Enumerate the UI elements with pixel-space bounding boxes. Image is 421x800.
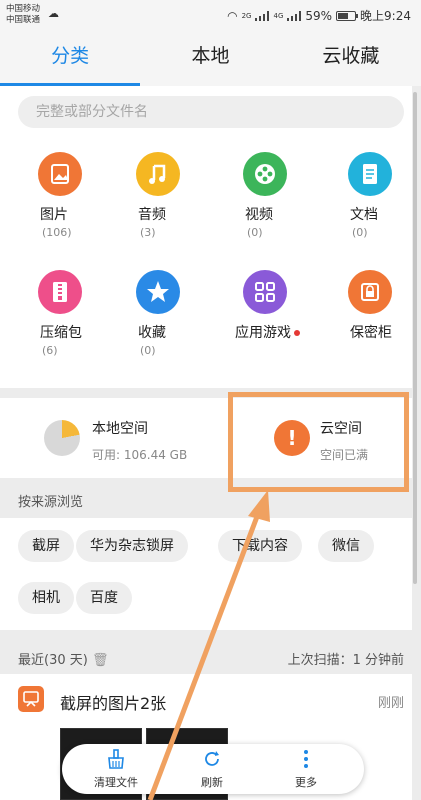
local-space-available: 可用: 106.44 GB: [92, 448, 188, 462]
scrollbar[interactable]: [413, 92, 417, 584]
category-images[interactable]: 图片 (106): [10, 152, 110, 239]
category-audio[interactable]: 音频 (3): [108, 152, 208, 239]
clean-files-button[interactable]: 清理文件: [76, 748, 156, 790]
network-2g: 2G: [241, 11, 252, 20]
clean-files-label: 清理文件: [94, 776, 138, 789]
recent-label: 最近(30 天): [18, 653, 88, 668]
refresh-label: 刷新: [201, 776, 223, 789]
category-documents[interactable]: 文档 (0): [320, 152, 420, 239]
document-icon: [348, 152, 392, 196]
video-reel-icon: [243, 152, 287, 196]
search-input[interactable]: 完整或部分文件名: [18, 96, 404, 128]
tab-cloud-favorites[interactable]: 云收藏: [281, 32, 421, 86]
image-icon: [38, 152, 82, 196]
browse-by-source: 按来源浏览 截屏 华为杂志锁屏 下载内容 微信 相机 百度: [0, 488, 412, 630]
carrier-info: 中国移动 中国联通: [6, 4, 40, 26]
category-count: (6): [42, 344, 58, 357]
storage-pie-icon: [44, 420, 80, 456]
cloud-status-icon: ☁: [48, 7, 59, 20]
trash-icon[interactable]: 🗑: [92, 653, 109, 668]
annotation-highlight-box: [228, 392, 409, 492]
recent-header: 最近(30 天) 🗑 上次扫描：1 分钟前: [0, 638, 412, 674]
more-label: 更多: [295, 776, 317, 789]
source-header: 按来源浏览: [0, 488, 412, 518]
tab-bar: 分类 本地 云收藏: [0, 32, 421, 86]
category-label-row: 应用游戏: [215, 322, 315, 342]
recent-header-left: 最近(30 天) 🗑: [18, 649, 108, 668]
tab-local[interactable]: 本地: [140, 32, 280, 86]
last-scan: 上次扫描：1 分钟前: [287, 653, 404, 668]
category-safe[interactable]: 保密柜: [320, 270, 420, 342]
signal-icon: [255, 10, 270, 21]
network-4g: 4G: [273, 11, 284, 20]
category-card: 完整或部分文件名 图片 (106) 音频 (3) 视频 (0) 文档 (0) 压…: [0, 86, 412, 388]
status-bar: 中国移动 中国联通 ☁ ◠ 2G 4G 59% 晚上9:24: [0, 0, 421, 32]
lock-safe-icon: [348, 270, 392, 314]
category-label: 图片: [40, 207, 68, 223]
category-favorites[interactable]: 收藏 (0): [108, 270, 208, 357]
source-chip-baidu[interactable]: 百度: [76, 582, 132, 614]
category-count: (106): [42, 226, 72, 239]
more-vertical-icon: [266, 748, 346, 774]
category-label: 音频: [138, 207, 166, 223]
bottom-action-bar: 清理文件 刷新 更多: [62, 744, 364, 794]
category-label: 视频: [245, 207, 273, 223]
screenshot-icon: [18, 686, 44, 712]
broom-icon: [76, 748, 156, 774]
category-count: (3): [140, 226, 156, 239]
carrier-2: 中国联通: [6, 15, 41, 25]
category-archives[interactable]: 压缩包 (6): [10, 270, 110, 357]
carrier-1: 中国移动: [6, 4, 41, 14]
category-label: 压缩包: [40, 325, 82, 341]
tab-category[interactable]: 分类: [0, 32, 141, 86]
category-count: (0): [352, 226, 368, 239]
recent-item-title: 截屏的图片2张: [60, 694, 167, 713]
local-space-title: 本地空间: [92, 421, 148, 437]
category-video[interactable]: 视频 (0): [215, 152, 315, 239]
category-apps-games[interactable]: 应用游戏: [215, 270, 315, 342]
star-icon: [136, 270, 180, 314]
category-label: 收藏: [138, 325, 166, 341]
new-badge-dot: [294, 330, 300, 336]
source-chip-camera[interactable]: 相机: [18, 582, 74, 614]
wifi-icon: ◠: [227, 8, 238, 23]
clock: 晚上9:24: [360, 9, 411, 23]
status-right: ◠ 2G 4G 59% 晚上9:24: [227, 7, 411, 24]
recent-item-time: 刚刚: [377, 696, 404, 711]
category-count: (0): [247, 226, 263, 239]
category-label: 应用游戏: [235, 325, 291, 341]
source-chip-wechat[interactable]: 微信: [318, 530, 374, 562]
source-chip-downloads[interactable]: 下载内容: [218, 530, 302, 562]
refresh-icon: [172, 748, 252, 774]
category-label: 文档: [350, 207, 378, 223]
source-chip-huawei-lockscreen[interactable]: 华为杂志锁屏: [76, 530, 188, 562]
signal-icon-2: [287, 10, 302, 21]
battery-percent: 59%: [305, 8, 333, 23]
refresh-button[interactable]: 刷新: [172, 748, 252, 790]
archive-zipper-icon: [38, 270, 82, 314]
category-label: 保密柜: [350, 325, 392, 341]
music-icon: [136, 152, 180, 196]
more-button[interactable]: 更多: [266, 748, 346, 790]
battery-icon: [336, 10, 359, 21]
category-count: (0): [140, 344, 156, 357]
source-chip-screenshots[interactable]: 截屏: [18, 530, 74, 562]
apps-grid-icon: [243, 270, 287, 314]
